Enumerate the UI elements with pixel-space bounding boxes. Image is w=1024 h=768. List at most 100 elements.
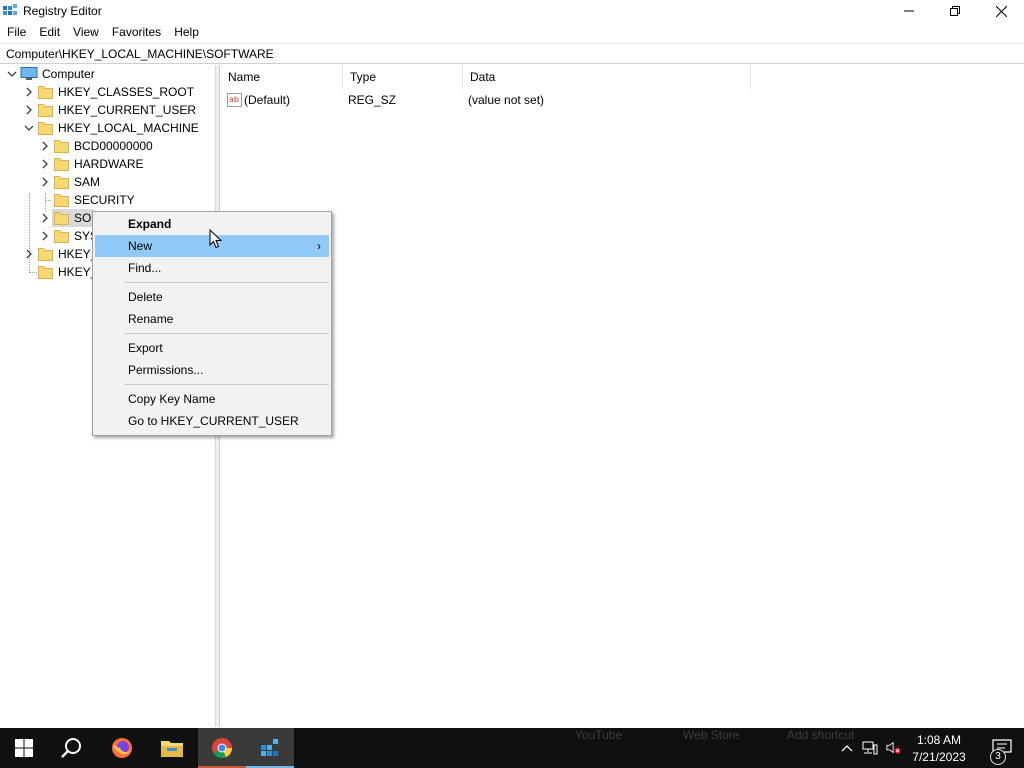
volume-muted-icon	[886, 741, 901, 754]
start-icon	[15, 739, 33, 757]
chevron-right-icon[interactable]	[24, 105, 34, 115]
value-data: (value not set)	[468, 93, 545, 107]
file-explorer-icon	[161, 741, 183, 757]
folder-icon	[38, 248, 53, 261]
close-button[interactable]	[978, 0, 1024, 22]
taskbar-firefox[interactable]	[98, 728, 146, 768]
folder-icon	[54, 176, 69, 189]
tree-item-security[interactable]: SECURITY	[0, 191, 216, 209]
tree-item-bcd[interactable]: BCD00000000	[0, 137, 216, 155]
registry-editor-icon	[261, 739, 278, 756]
clock-date[interactable]: 7/21/2023	[906, 749, 972, 765]
firefox-icon	[112, 738, 132, 758]
taskbar: YouTube Web Store Add shortcut 1:08 AM 7…	[0, 728, 1024, 768]
start-button[interactable]	[0, 728, 48, 768]
menu-separator	[125, 282, 329, 283]
chevron-right-icon: ›	[317, 239, 321, 253]
address-bar[interactable]: Computer\HKEY_LOCAL_MACHINE\SOFTWARE	[0, 43, 1024, 64]
folder-icon	[54, 212, 69, 225]
tree-label: HKEY_CURRENT_USER	[58, 103, 197, 117]
restore-icon	[950, 6, 960, 16]
chevron-right-icon[interactable]	[40, 231, 50, 241]
chevron-right-icon[interactable]	[40, 141, 50, 151]
values-list[interactable]: Name Type Data ab (Default) REG_SZ (valu…	[221, 65, 1024, 727]
folder-icon	[54, 230, 69, 243]
network-icon	[862, 741, 878, 755]
taskbar-registry-editor[interactable]	[246, 728, 294, 768]
chevron-right-icon[interactable]	[40, 213, 50, 223]
show-hidden-icons-button[interactable]	[839, 740, 855, 756]
column-header-name[interactable]: Name	[221, 65, 343, 89]
chevron-down-icon[interactable]	[7, 69, 17, 79]
restore-button[interactable]	[932, 0, 978, 22]
registry-editor-icon	[3, 4, 17, 15]
chevron-right-icon[interactable]	[40, 177, 50, 187]
folder-icon	[38, 86, 53, 99]
minimize-icon	[904, 10, 914, 12]
search-button[interactable]	[48, 728, 96, 768]
value-name: (Default)	[244, 93, 291, 107]
menu-separator	[125, 333, 329, 334]
menu-favorites[interactable]: Favorites	[105, 22, 167, 42]
folder-icon	[38, 266, 53, 279]
chevron-up-icon	[841, 745, 853, 752]
tree-item-hkey-classes-root[interactable]: HKEY_CLASSES_ROOT	[0, 83, 216, 101]
chevron-right-icon[interactable]	[40, 159, 50, 169]
chevron-down-icon[interactable]	[24, 123, 34, 133]
menu-item-export[interactable]: Export	[95, 337, 329, 359]
folder-icon	[38, 104, 53, 117]
tree-label: HKEY_CLASSES_ROOT	[58, 85, 195, 99]
minimize-button[interactable]	[886, 0, 932, 22]
svg-text:ab: ab	[229, 95, 239, 104]
close-icon	[995, 5, 1007, 17]
menu-item-label: New	[128, 239, 153, 253]
search-icon	[61, 738, 81, 758]
chevron-right-icon[interactable]	[24, 249, 34, 259]
folder-icon	[54, 158, 69, 171]
menu-edit[interactable]: Edit	[32, 22, 66, 42]
tree-label: BCD00000000	[74, 139, 153, 153]
notification-count-badge: 3	[990, 749, 1006, 765]
tree-item-hkey-current-user[interactable]: HKEY_CURRENT_USER	[0, 101, 216, 119]
value-row[interactable]: ab (Default) REG_SZ (value not set)	[221, 90, 751, 110]
tree-item-hardware[interactable]: HARDWARE	[0, 155, 216, 173]
folder-icon	[54, 194, 69, 207]
tree-label: Computer	[42, 67, 95, 81]
ghost-label: Web Store	[683, 728, 740, 742]
menu-item-go-to-hkcu[interactable]: Go to HKEY_CURRENT_USER	[95, 410, 329, 432]
title-bar: Registry Editor	[0, 0, 1024, 22]
ghost-label: YouTube	[575, 728, 623, 742]
tree-item-sam[interactable]: SAM	[0, 173, 216, 191]
chevron-right-icon[interactable]	[24, 87, 34, 97]
tree-item-computer[interactable]: Computer	[0, 65, 216, 83]
menu-help[interactable]: Help	[167, 22, 205, 42]
chrome-icon	[212, 738, 233, 759]
value-type: REG_SZ	[348, 93, 397, 107]
window-title: Registry Editor	[23, 4, 102, 18]
menu-item-delete[interactable]: Delete	[95, 286, 329, 308]
menu-view[interactable]: View	[66, 22, 105, 42]
taskbar-file-explorer[interactable]	[148, 728, 196, 768]
tree-label: SAM	[74, 175, 101, 189]
clock-time[interactable]: 1:08 AM	[906, 732, 972, 748]
folder-open-icon	[38, 122, 53, 135]
taskbar-chrome[interactable]	[198, 728, 246, 768]
column-header-type[interactable]: Type	[343, 65, 463, 89]
folder-icon	[54, 140, 69, 153]
menu-item-find[interactable]: Find...	[95, 257, 329, 279]
menu-item-rename[interactable]: Rename	[95, 308, 329, 330]
menu-file[interactable]: File	[0, 22, 32, 42]
tree-label: HKEY_LOCAL_MACHINE	[58, 121, 199, 135]
address-path: Computer\HKEY_LOCAL_MACHINE\SOFTWARE	[6, 47, 274, 61]
column-header-data[interactable]: Data	[463, 65, 751, 89]
tree-label: SECURITY	[74, 193, 135, 207]
menu-item-copy-key-name[interactable]: Copy Key Name	[95, 388, 329, 410]
menu-separator	[125, 384, 329, 385]
menu-bar: File Edit View Favorites Help	[0, 22, 1024, 42]
network-button[interactable]	[862, 740, 878, 756]
mouse-cursor-icon	[209, 229, 223, 249]
volume-button[interactable]	[886, 740, 902, 756]
tree-label: HARDWARE	[74, 157, 144, 171]
tree-item-hkey-local-machine[interactable]: HKEY_LOCAL_MACHINE	[0, 119, 216, 137]
menu-item-permissions[interactable]: Permissions...	[95, 359, 329, 381]
